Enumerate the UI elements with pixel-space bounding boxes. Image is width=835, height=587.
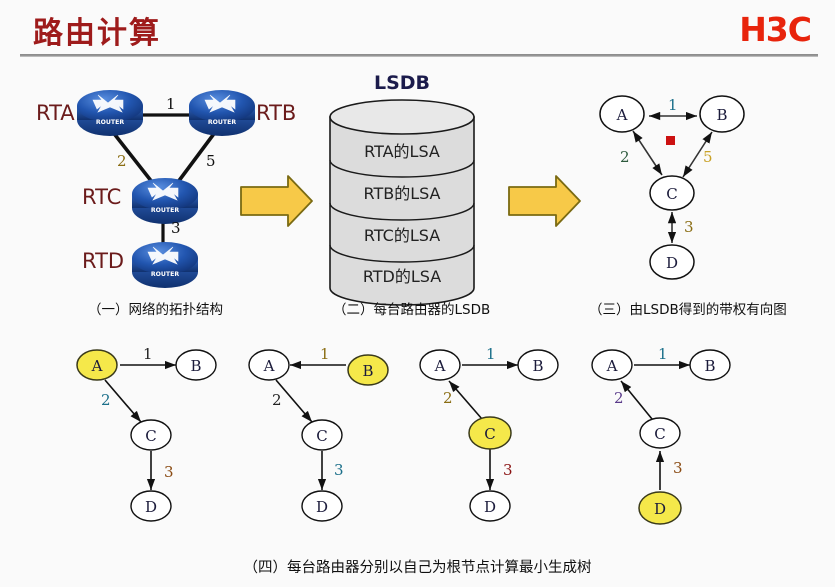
tree2-cost-ba: 1 <box>320 345 330 363</box>
graph-node-c: C <box>666 185 678 203</box>
tree3-node-c: C <box>484 425 496 443</box>
router-label-rtc: RTC <box>82 185 122 209</box>
tree2-node-c: C <box>316 427 328 445</box>
lsa-row-rtb: RTB的LSA <box>363 184 441 203</box>
tree1-cost-ab: 1 <box>143 345 153 363</box>
router-icon-rtb: ROUTER <box>189 90 255 136</box>
tree2-node-d: D <box>315 498 329 516</box>
tree4-node-b: B <box>704 357 716 375</box>
lsdb-title: LSDB <box>373 72 431 94</box>
tree4-cost-ca: 2 <box>614 389 624 407</box>
tree3-cost-cd: 3 <box>503 461 513 479</box>
graph-cost-cd: 3 <box>684 218 694 236</box>
tree1-cost-cd: 3 <box>164 463 174 481</box>
link-cost-ab: 1 <box>166 95 176 113</box>
tree2-node-b: B <box>362 362 374 380</box>
graph-cost-bc: 5 <box>703 148 713 166</box>
topology-links <box>110 113 218 245</box>
tree2-cost-ac: 2 <box>272 391 282 409</box>
header-divider <box>20 54 818 57</box>
page-title: 路由计算 <box>33 16 161 51</box>
router-icon-rtd: ROUTER <box>132 242 198 288</box>
caption-panel-2: （二）每台路由器的LSDB <box>333 302 491 318</box>
svg-text:ROUTER: ROUTER <box>208 119 236 126</box>
lsa-row-rtd: RTD的LSA <box>362 267 442 286</box>
caption-panel-1: （一）网络的拓扑结构 <box>88 302 223 318</box>
right-arrow-icon-2 <box>508 175 581 227</box>
tree1-node-b: B <box>190 357 202 375</box>
h3c-logo: H3C <box>739 10 812 49</box>
tree3-cost-ab: 1 <box>486 345 496 363</box>
tree4-cost-ab: 1 <box>658 345 668 363</box>
router-label-rtd: RTD <box>82 249 125 273</box>
tree1-node-d: D <box>144 498 158 516</box>
tree3-node-b: B <box>532 357 544 375</box>
link-cost-ac: 2 <box>117 152 127 170</box>
graph-node-d: D <box>665 254 679 272</box>
graph-cost-ab: 1 <box>668 96 678 114</box>
svg-text:ROUTER: ROUTER <box>151 207 179 214</box>
lsa-row-rtc: RTC的LSA <box>363 226 441 245</box>
tree3-node-d: D <box>483 498 497 516</box>
tree4-node-d: D <box>653 500 667 518</box>
graph-node-b: B <box>716 106 728 124</box>
tree3-cost-ca: 2 <box>443 389 453 407</box>
router-label-rta: RTA <box>36 101 75 125</box>
link-cost-cd: 3 <box>171 219 181 237</box>
link-cost-bc: 5 <box>206 152 216 170</box>
graph-node-a: A <box>616 106 628 124</box>
tree4-node-c: C <box>654 425 666 443</box>
router-icon-rta: ROUTER <box>77 90 143 136</box>
tree1-node-a: A <box>91 357 103 375</box>
slide-header: 路由计算 H3C <box>0 0 835 57</box>
svg-text:ROUTER: ROUTER <box>96 119 124 126</box>
tree1-node-c: C <box>145 427 157 445</box>
svg-text:ROUTER: ROUTER <box>151 271 179 278</box>
slide-root: 路由计算 H3C ROUTER ROUTER ROUTER ROUTER RTA… <box>0 0 835 587</box>
tree1-cost-ac: 2 <box>101 391 111 409</box>
tree2-cost-cd: 3 <box>334 461 344 479</box>
tree3-node-a: A <box>434 357 446 375</box>
caption-panel-3: （三）由LSDB得到的带权有向图 <box>589 302 787 318</box>
red-square-marker <box>666 136 675 145</box>
lsa-row-rta: RTA的LSA <box>364 142 440 161</box>
router-label-rtb: RTB <box>256 101 297 125</box>
right-arrow-icon-1 <box>240 175 313 227</box>
graph-cost-ac: 2 <box>620 148 630 166</box>
router-icon-rtc: ROUTER <box>132 178 198 224</box>
tree2-node-a: A <box>263 357 275 375</box>
tree4-node-a: A <box>606 357 618 375</box>
tree4-cost-dc: 3 <box>673 459 683 477</box>
caption-panel-4: （四）每台路由器分别以自己为根节点计算最小生成树 <box>243 560 592 576</box>
